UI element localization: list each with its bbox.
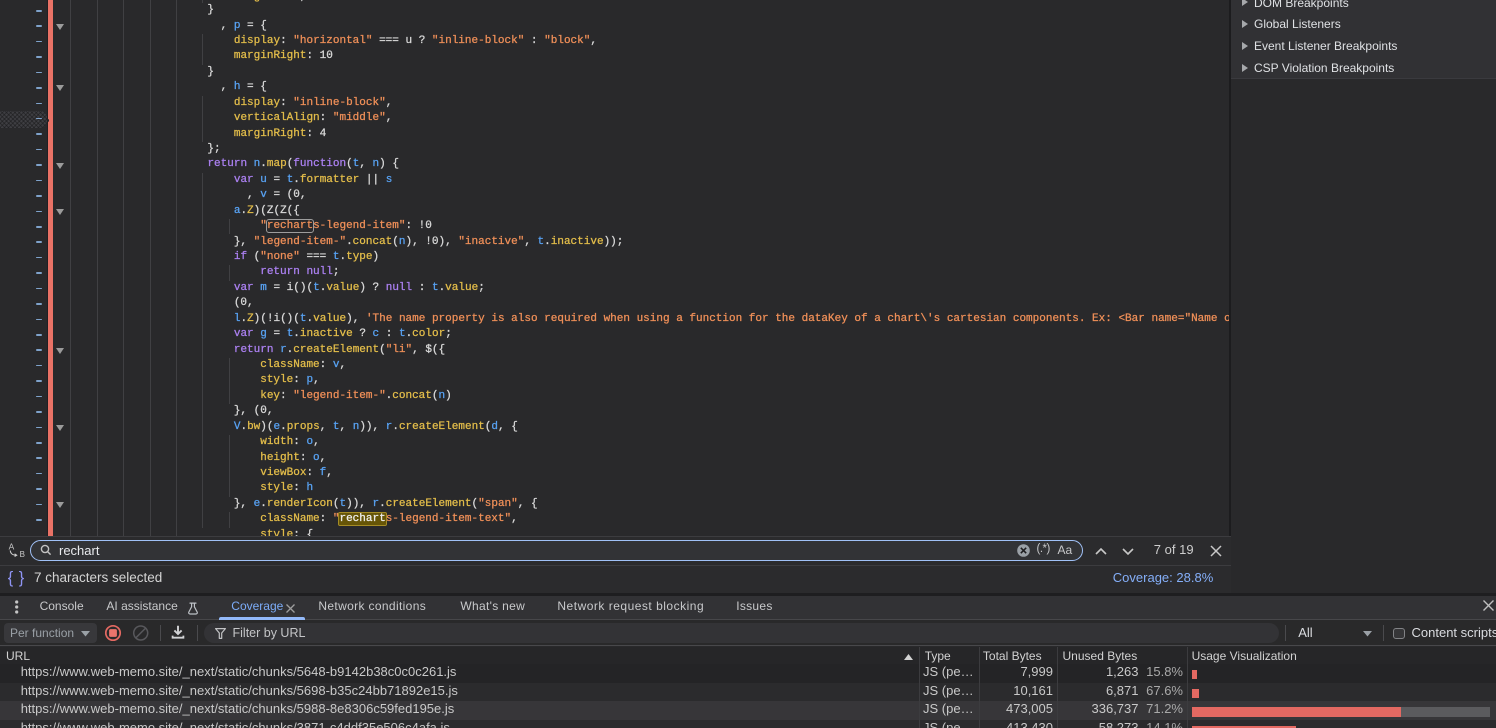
svg-text:B: B (20, 550, 25, 559)
svg-text:A: A (9, 541, 15, 551)
